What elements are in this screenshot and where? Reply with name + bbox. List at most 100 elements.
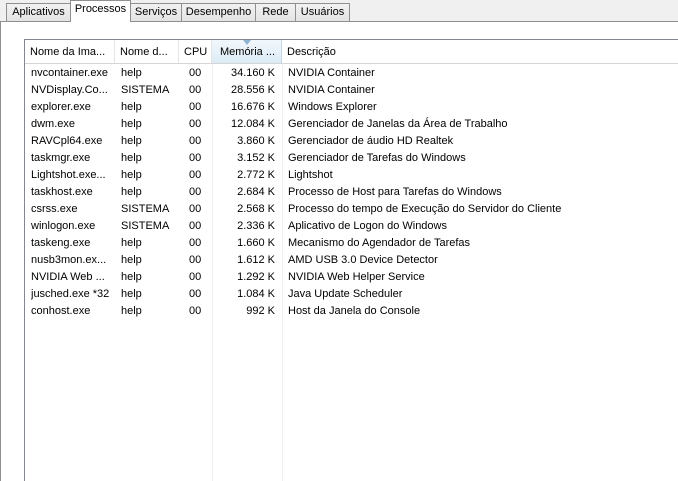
process-description: Windows Explorer (288, 101, 377, 113)
process-cpu: 00 (189, 186, 202, 198)
process-cpu: 00 (189, 67, 202, 79)
process-image-name: NVDisplay.Co... (31, 84, 108, 96)
process-memory: 3.152 K (237, 152, 275, 164)
process-memory: 34.160 K (230, 67, 275, 79)
process-user-name: SISTEMA (121, 84, 170, 96)
process-description: Aplicativo de Logon do Windows (288, 220, 447, 232)
process-user-name: help (121, 101, 142, 113)
process-description: Host da Janela do Console (288, 305, 421, 317)
process-row[interactable]: RAVCpl64.exe help 00 3.860 K Gerenciador de … (25, 133, 678, 150)
process-memory: 1.612 K (237, 254, 275, 266)
process-user-name: help (121, 169, 142, 181)
process-user-name: help (121, 271, 142, 283)
column-header-memory[interactable]: Memória ... (212, 40, 282, 63)
process-image-name: jusched.exe *32 (31, 288, 110, 300)
tab-processos[interactable]: Processos (70, 0, 131, 22)
tab-desempenho[interactable]: Desempenho (181, 3, 256, 21)
process-image-name: NVIDIA Web ... (31, 271, 105, 283)
sort-descending-icon (243, 40, 251, 45)
process-image-name: conhost.exe (31, 305, 91, 317)
process-memory: 2.336 K (237, 220, 275, 232)
process-row[interactable]: nvcontainer.exe help 00 34.160 K NVIDIA Cont… (25, 65, 678, 82)
process-row[interactable]: csrss.exe SISTEMA 00 2.568 K Processo do tem… (25, 201, 678, 218)
process-memory: 2.568 K (237, 203, 275, 215)
process-memory: 28.556 K (230, 84, 275, 96)
column-header-cpu[interactable]: CPU (179, 40, 212, 63)
process-list[interactable]: Nome da Ima... Nome d... CPU Memória ...… (24, 39, 678, 481)
process-cpu: 00 (189, 203, 202, 215)
process-cpu: 00 (189, 135, 202, 147)
column-header-memory-label: Memória ... (220, 46, 276, 58)
process-cpu: 00 (189, 237, 202, 249)
process-description: AMD USB 3.0 Device Detector (288, 254, 438, 266)
process-description: Gerenciador de Tarefas do Windows (288, 152, 466, 164)
tab-rede[interactable]: Rede (255, 3, 296, 21)
process-cpu: 00 (189, 305, 202, 317)
process-user-name: help (121, 135, 142, 147)
process-user-name: help (121, 67, 142, 79)
process-cpu: 00 (189, 84, 202, 96)
process-cpu: 00 (189, 271, 202, 283)
process-image-name: RAVCpl64.exe (31, 135, 103, 147)
process-user-name: help (121, 118, 142, 130)
tab-aplicativos[interactable]: Aplicativos (6, 3, 71, 21)
process-row[interactable]: NVDisplay.Co... SISTEMA 00 28.556 K NVIDIA C… (25, 82, 678, 99)
process-memory: 12.084 K (230, 118, 275, 130)
process-row[interactable]: nusb3mon.ex... help 00 1.612 K AMD USB 3.0 D… (25, 252, 678, 269)
column-header-user-name[interactable]: Nome d... (115, 40, 179, 63)
process-row[interactable]: explorer.exe help 00 16.676 K Windows Explor… (25, 99, 678, 116)
process-user-name: help (121, 254, 142, 266)
column-header-row: Nome da Ima... Nome d... CPU Memória ...… (25, 40, 678, 64)
process-description: Lightshot (288, 169, 333, 181)
process-user-name: help (121, 186, 142, 198)
process-row[interactable]: Lightshot.exe... help 00 2.772 K Lightshot (25, 167, 678, 184)
process-cpu: 00 (189, 288, 202, 300)
process-cpu: 00 (189, 101, 202, 113)
process-memory: 16.676 K (230, 101, 275, 113)
process-image-name: dwm.exe (31, 118, 76, 130)
process-image-name: explorer.exe (31, 101, 91, 113)
process-image-name: nvcontainer.exe (31, 67, 109, 79)
process-image-name: taskeng.exe (31, 237, 91, 249)
process-row[interactable]: NVIDIA Web ... help 00 1.292 K NVIDIA Web He… (25, 269, 678, 286)
process-description: NVIDIA Container (288, 84, 375, 96)
process-memory: 2.684 K (237, 186, 275, 198)
process-memory: 992 K (246, 305, 275, 317)
tab-usuarios[interactable]: Usuários (295, 3, 350, 21)
process-row[interactable]: taskmgr.exe help 00 3.152 K Gerenciador de T… (25, 150, 678, 167)
process-description: Java Update Scheduler (288, 288, 403, 300)
process-memory: 1.660 K (237, 237, 275, 249)
process-row[interactable]: taskhost.exe help 00 2.684 K Processo de Hos… (25, 184, 678, 201)
process-user-name: help (121, 152, 142, 164)
process-memory: 3.860 K (237, 135, 275, 147)
process-image-name: winlogon.exe (31, 220, 96, 232)
process-image-name: nusb3mon.ex... (31, 254, 107, 266)
process-description: Mecanismo do Agendador de Tarefas (288, 237, 471, 249)
process-row[interactable]: jusched.exe *32 help 00 1.084 K Java Update … (25, 286, 678, 303)
process-image-name: taskhost.exe (31, 186, 93, 198)
process-image-name: csrss.exe (31, 203, 78, 215)
process-image-name: taskmgr.exe (31, 152, 91, 164)
process-memory: 1.084 K (237, 288, 275, 300)
process-row[interactable]: conhost.exe help 00 992 K Host da Janela do … (25, 303, 678, 320)
process-description: Gerenciador de Janelas da Área de Trabal… (288, 118, 508, 130)
process-memory: 1.292 K (237, 271, 275, 283)
process-user-name: help (121, 237, 142, 249)
process-description: NVIDIA Web Helper Service (288, 271, 425, 283)
column-header-image-name[interactable]: Nome da Ima... (25, 40, 115, 63)
process-cpu: 00 (189, 220, 202, 232)
process-image-name: Lightshot.exe... (31, 169, 106, 181)
process-row[interactable]: dwm.exe help 00 12.084 K Gerenciador de Jane… (25, 116, 678, 133)
tab-bar: Aplicativos Processos Serviços Desempenh… (0, 0, 678, 23)
tab-servicos[interactable]: Serviços (130, 3, 182, 21)
process-user-name: help (121, 288, 142, 300)
process-row[interactable]: taskeng.exe help 00 1.660 K Mecanismo do Age… (25, 235, 678, 252)
process-description: NVIDIA Container (288, 67, 375, 79)
column-header-description[interactable]: Descrição (282, 40, 678, 63)
process-description: Processo de Host para Tarefas do Windows (288, 186, 502, 198)
process-cpu: 00 (189, 152, 202, 164)
process-description: Gerenciador de áudio HD Realtek (288, 135, 454, 147)
process-cpu: 00 (189, 169, 202, 181)
process-row[interactable]: winlogon.exe SISTEMA 00 2.336 K Aplicativo d… (25, 218, 678, 235)
process-user-name: help (121, 305, 142, 317)
